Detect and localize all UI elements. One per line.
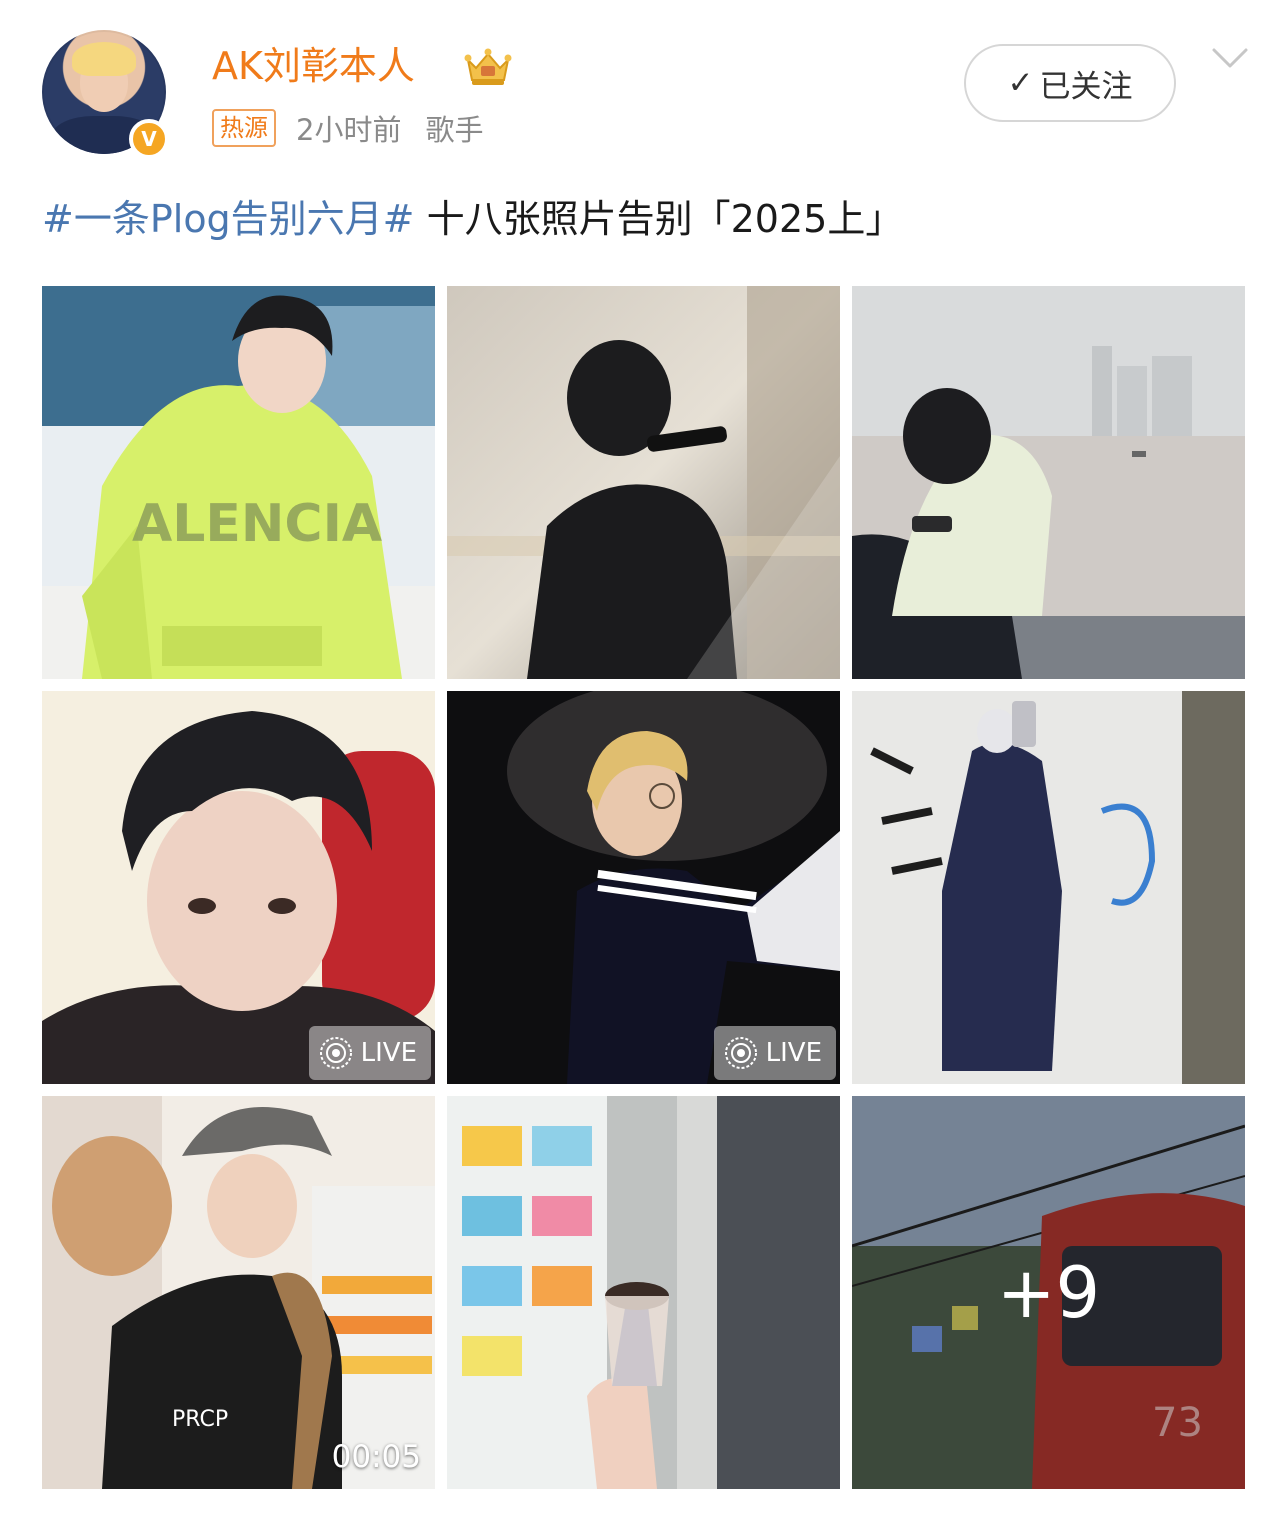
photo-stage-silhouette [447,286,840,679]
more-photos-count: +9 [852,1096,1245,1489]
post-text: #一条Plog告别六月# 十八张照片告别「2025上」 [42,192,1242,246]
check-icon: ✓ [1007,65,1034,101]
photo-tile-2[interactable] [447,286,840,679]
following-button[interactable]: ✓ 已关注 [964,44,1176,122]
photo-tile-4[interactable]: LIVE [42,691,435,1084]
verified-badge-icon: V [129,119,169,159]
chevron-down-icon[interactable] [1210,44,1250,72]
photo-supermarket: PRCP [42,1096,435,1489]
photo-tile-9[interactable]: 73 +9 [852,1096,1245,1489]
post-time: 2小时前 [296,113,402,147]
weibo-post: V AK刘彰本人 热源 2小时前 歌手 ✓ 已关注 #一条Plog告别六月# 十… [0,0,1283,1518]
photo-tile-6[interactable] [852,691,1245,1084]
live-icon [319,1037,352,1069]
photo-ice-cream [447,1096,840,1489]
post-meta: 热源 2小时前 歌手 [212,108,507,148]
live-label: LIVE [765,1038,822,1068]
photo-grid: ALENCIA LIVE LIVE PRCP 00:05 73 +9 [42,286,1245,1489]
author-name[interactable]: AK刘彰本人 [212,42,415,90]
following-label: 已关注 [1039,68,1133,105]
svg-text:PRCP: PRCP [172,1407,228,1432]
svg-text:ALENCIA: ALENCIA [132,494,382,554]
avatar-hair [72,42,136,76]
video-duration: 00:05 [331,1439,421,1475]
photo-tile-7[interactable]: PRCP 00:05 [42,1096,435,1489]
photo-green-hoodie: ALENCIA [42,286,435,679]
photo-tile-3[interactable] [852,286,1245,679]
photo-tile-5[interactable]: LIVE [447,691,840,1084]
live-photo-badge: LIVE [308,1026,431,1080]
photo-tile-8[interactable] [447,1096,840,1489]
crown-icon [464,48,512,85]
topic-link[interactable]: #一条Plog告别六月# [42,197,415,241]
live-icon [724,1037,757,1069]
author-category: 歌手 [425,113,484,147]
live-photo-badge: LIVE [713,1026,836,1080]
photo-seaside [852,286,1245,679]
photo-mirror-selfie [852,691,1245,1084]
hot-source-tag[interactable]: 热源 [212,109,276,147]
post-body: 十八张照片告别「2025上」 [414,197,904,241]
photo-tile-1[interactable]: ALENCIA [42,286,435,679]
live-label: LIVE [360,1038,417,1068]
